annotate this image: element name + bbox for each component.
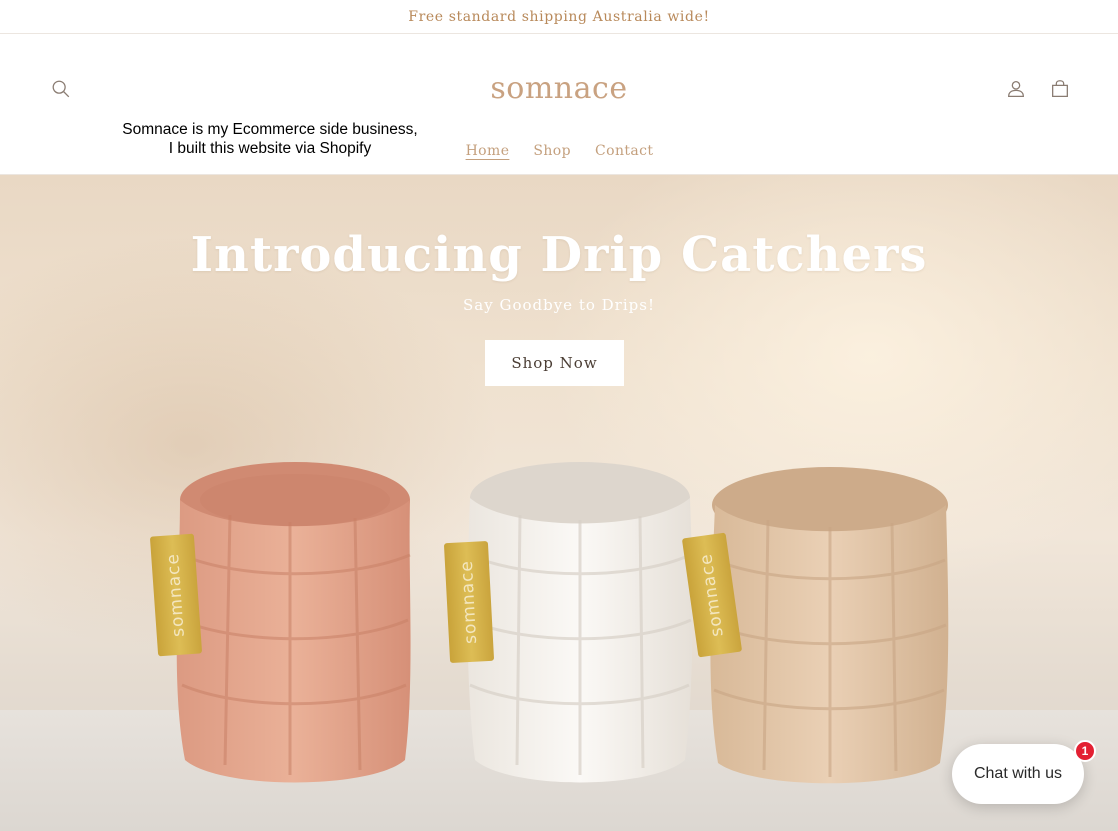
product-white-wristband: somnace	[443, 460, 705, 790]
nav-home[interactable]: Home	[466, 143, 510, 167]
product-tag: somnace	[443, 540, 495, 664]
tag-text: somnace	[456, 559, 482, 645]
product-beige-wristband: somnace	[681, 465, 960, 790]
site-logo[interactable]: somnace	[459, 68, 659, 108]
nav-contact[interactable]: Contact	[595, 143, 653, 167]
search-button[interactable]	[43, 71, 79, 107]
white-band-shape	[467, 462, 693, 783]
cart-icon	[1052, 80, 1068, 97]
hero-banner: somnace somnace somnace Introducing Drip…	[0, 175, 1118, 831]
tag-text: somnace	[696, 552, 728, 638]
shop-now-button[interactable]: Shop Now	[485, 340, 624, 386]
main-nav: Home Shop Contact	[0, 143, 1118, 167]
hero-title: Introducing Drip Catchers	[190, 227, 928, 283]
chat-notification-badge: 1	[1074, 740, 1096, 762]
logo-text: somnace	[490, 70, 628, 106]
side-note-line1: Somnace is my Ecommerce side business,	[122, 121, 418, 138]
product-peach-wristband: somnace	[149, 460, 425, 790]
announcement-bar: Free standard shipping Australia wide!	[0, 0, 1118, 34]
announcement-text: Free standard shipping Australia wide!	[408, 8, 710, 25]
cart-button[interactable]	[1042, 71, 1078, 107]
tag-text: somnace	[163, 552, 189, 638]
product-tag: somnace	[149, 533, 203, 657]
site-header: somnace Somnace is my Ecommerce side bus…	[0, 34, 1118, 175]
hero-subtitle: Say Goodbye to Drips!	[463, 296, 655, 314]
account-button[interactable]	[998, 71, 1034, 107]
nav-shop[interactable]: Shop	[533, 143, 571, 167]
search-icon	[52, 80, 70, 98]
chat-button[interactable]: Chat with us	[952, 744, 1084, 804]
account-icon	[1008, 81, 1024, 97]
chat-label: Chat with us	[973, 765, 1063, 782]
